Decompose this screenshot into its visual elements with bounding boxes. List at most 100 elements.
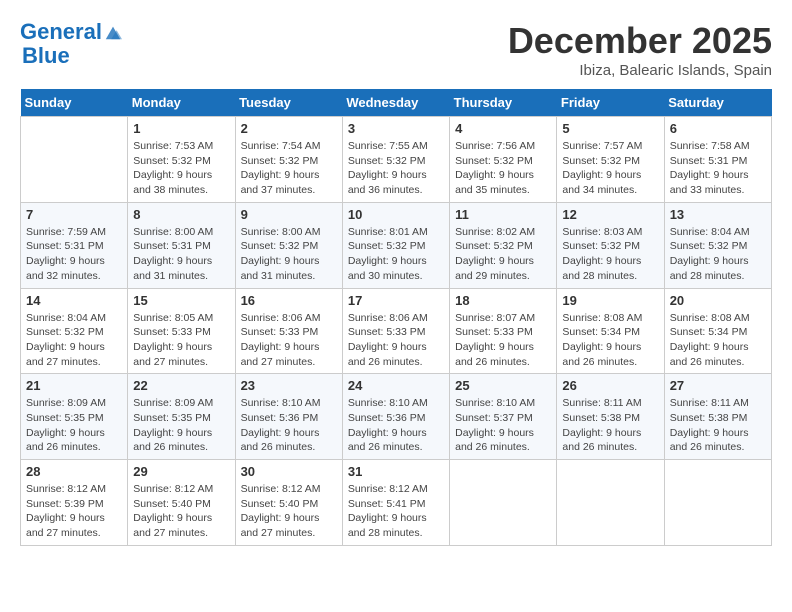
day-number: 30	[241, 464, 337, 479]
calendar-cell: 18Sunrise: 8:07 AMSunset: 5:33 PMDayligh…	[450, 288, 557, 374]
day-number: 26	[562, 378, 658, 393]
day-number: 17	[348, 293, 444, 308]
calendar-cell: 22 Sunrise: 8:09 AMSunset: 5:35 PMDayligh…	[128, 374, 235, 460]
calendar-cell: 1Sunrise: 7:53 AMSunset: 5:32 PMDaylight…	[128, 117, 235, 203]
day-info: Sunrise: 7:56 AMSunset: 5:32 PMDaylight:…	[455, 139, 551, 198]
weekday-header-thursday: Thursday	[450, 89, 557, 117]
day-info: Sunrise: 7:55 AMSunset: 5:32 PMDaylight:…	[348, 139, 444, 198]
calendar-cell: 28 Sunrise: 8:12 AMSunset: 5:39 PMDayligh…	[21, 460, 128, 546]
day-number: 27	[670, 378, 766, 393]
calendar-cell: 26 Sunrise: 8:11 AMSunset: 5:38 PMDayligh…	[557, 374, 664, 460]
calendar-week-5: 28 Sunrise: 8:12 AMSunset: 5:39 PMDayligh…	[21, 460, 772, 546]
day-info: Sunrise: 8:11 AMSunset: 5:38 PMDaylight:…	[562, 396, 658, 455]
logo: General Blue	[20, 20, 122, 68]
day-info: Sunrise: 8:02 AMSunset: 5:32 PMDaylight:…	[455, 225, 551, 284]
title-area: December 2025 Ibiza, Balearic Islands, S…	[508, 20, 772, 79]
calendar-cell: 29Sunrise: 8:12 AMSunset: 5:40 PMDayligh…	[128, 460, 235, 546]
calendar-cell: 11 Sunrise: 8:02 AMSunset: 5:32 PMDayligh…	[450, 202, 557, 288]
calendar-cell	[664, 460, 771, 546]
calendar-cell: 17 Sunrise: 8:06 AMSunset: 5:33 PMDayligh…	[342, 288, 449, 374]
calendar-table: SundayMondayTuesdayWednesdayThursdayFrid…	[20, 89, 772, 546]
calendar-cell: 21Sunrise: 8:09 AMSunset: 5:35 PMDayligh…	[21, 374, 128, 460]
day-number: 29	[133, 464, 229, 479]
day-info: Sunrise: 8:04 AMSunset: 5:32 PMDaylight:…	[26, 311, 122, 370]
calendar-cell: 13 Sunrise: 8:04 AMSunset: 5:32 PMDayligh…	[664, 202, 771, 288]
day-number: 20	[670, 293, 766, 308]
page-header: General Blue December 2025 Ibiza, Balear…	[20, 20, 772, 79]
weekday-header-tuesday: Tuesday	[235, 89, 342, 117]
weekday-header-sunday: Sunday	[21, 89, 128, 117]
day-info: Sunrise: 8:04 AMSunset: 5:32 PMDaylight:…	[670, 225, 766, 284]
day-info: Sunrise: 8:12 AMSunset: 5:41 PMDaylight:…	[348, 482, 444, 541]
day-number: 14	[26, 293, 122, 308]
logo-blue: Blue	[22, 44, 70, 68]
calendar-cell: 23 Sunrise: 8:10 AMSunset: 5:36 PMDayligh…	[235, 374, 342, 460]
calendar-cell	[450, 460, 557, 546]
day-info: Sunrise: 7:58 AMSunset: 5:31 PMDaylight:…	[670, 139, 766, 198]
day-number: 23	[241, 378, 337, 393]
day-info: Sunrise: 8:10 AMSunset: 5:36 PMDaylight:…	[241, 396, 337, 455]
day-info: Sunrise: 8:06 AMSunset: 5:33 PMDaylight:…	[348, 311, 444, 370]
weekday-header-wednesday: Wednesday	[342, 89, 449, 117]
day-number: 2	[241, 121, 337, 136]
logo-general: General	[20, 20, 102, 44]
day-info: Sunrise: 8:09 AMSunset: 5:35 PMDaylight:…	[26, 396, 122, 455]
day-number: 19	[562, 293, 658, 308]
day-number: 4	[455, 121, 551, 136]
calendar-cell: 20 Sunrise: 8:08 AMSunset: 5:34 PMDayligh…	[664, 288, 771, 374]
day-number: 11	[455, 207, 551, 222]
logo-icon	[104, 23, 122, 41]
calendar-cell	[557, 460, 664, 546]
day-info: Sunrise: 8:01 AMSunset: 5:32 PMDaylight:…	[348, 225, 444, 284]
day-info: Sunrise: 7:54 AMSunset: 5:32 PMDaylight:…	[241, 139, 337, 198]
day-number: 9	[241, 207, 337, 222]
calendar-week-4: 21Sunrise: 8:09 AMSunset: 5:35 PMDayligh…	[21, 374, 772, 460]
calendar-cell	[21, 117, 128, 203]
month-title: December 2025	[508, 20, 772, 62]
weekday-header-friday: Friday	[557, 89, 664, 117]
day-info: Sunrise: 7:59 AMSunset: 5:31 PMDaylight:…	[26, 225, 122, 284]
weekday-header-row: SundayMondayTuesdayWednesdayThursdayFrid…	[21, 89, 772, 117]
day-number: 22	[133, 378, 229, 393]
calendar-cell: 30 Sunrise: 8:12 AMSunset: 5:40 PMDayligh…	[235, 460, 342, 546]
day-info: Sunrise: 8:11 AMSunset: 5:38 PMDaylight:…	[670, 396, 766, 455]
day-info: Sunrise: 8:12 AMSunset: 5:39 PMDaylight:…	[26, 482, 122, 541]
day-info: Sunrise: 7:57 AMSunset: 5:32 PMDaylight:…	[562, 139, 658, 198]
day-info: Sunrise: 8:06 AMSunset: 5:33 PMDaylight:…	[241, 311, 337, 370]
day-info: Sunrise: 8:10 AMSunset: 5:36 PMDaylight:…	[348, 396, 444, 455]
day-info: Sunrise: 8:00 AMSunset: 5:32 PMDaylight:…	[241, 225, 337, 284]
calendar-cell: 19 Sunrise: 8:08 AMSunset: 5:34 PMDayligh…	[557, 288, 664, 374]
day-number: 18	[455, 293, 551, 308]
day-number: 16	[241, 293, 337, 308]
weekday-header-monday: Monday	[128, 89, 235, 117]
day-number: 8	[133, 207, 229, 222]
day-info: Sunrise: 8:08 AMSunset: 5:34 PMDaylight:…	[670, 311, 766, 370]
calendar-cell: 24 Sunrise: 8:10 AMSunset: 5:36 PMDayligh…	[342, 374, 449, 460]
day-number: 24	[348, 378, 444, 393]
calendar-cell: 25Sunrise: 8:10 AMSunset: 5:37 PMDayligh…	[450, 374, 557, 460]
calendar-cell: 2 Sunrise: 7:54 AMSunset: 5:32 PMDaylight…	[235, 117, 342, 203]
day-number: 15	[133, 293, 229, 308]
calendar-cell: 15 Sunrise: 8:05 AMSunset: 5:33 PMDayligh…	[128, 288, 235, 374]
day-number: 3	[348, 121, 444, 136]
day-number: 12	[562, 207, 658, 222]
day-info: Sunrise: 8:03 AMSunset: 5:32 PMDaylight:…	[562, 225, 658, 284]
day-number: 13	[670, 207, 766, 222]
calendar-week-1: 1Sunrise: 7:53 AMSunset: 5:32 PMDaylight…	[21, 117, 772, 203]
day-info: Sunrise: 8:12 AMSunset: 5:40 PMDaylight:…	[241, 482, 337, 541]
calendar-cell: 16 Sunrise: 8:06 AMSunset: 5:33 PMDayligh…	[235, 288, 342, 374]
day-number: 28	[26, 464, 122, 479]
calendar-cell: 6 Sunrise: 7:58 AMSunset: 5:31 PMDaylight…	[664, 117, 771, 203]
day-info: Sunrise: 8:09 AMSunset: 5:35 PMDaylight:…	[133, 396, 229, 455]
calendar-cell: 5Sunrise: 7:57 AMSunset: 5:32 PMDaylight…	[557, 117, 664, 203]
day-number: 1	[133, 121, 229, 136]
calendar-cell: 9 Sunrise: 8:00 AMSunset: 5:32 PMDaylight…	[235, 202, 342, 288]
day-number: 6	[670, 121, 766, 136]
day-info: Sunrise: 8:05 AMSunset: 5:33 PMDaylight:…	[133, 311, 229, 370]
day-info: Sunrise: 8:08 AMSunset: 5:34 PMDaylight:…	[562, 311, 658, 370]
calendar-cell: 4 Sunrise: 7:56 AMSunset: 5:32 PMDaylight…	[450, 117, 557, 203]
calendar-cell: 8Sunrise: 8:00 AMSunset: 5:31 PMDaylight…	[128, 202, 235, 288]
calendar-week-3: 14 Sunrise: 8:04 AMSunset: 5:32 PMDayligh…	[21, 288, 772, 374]
day-number: 31	[348, 464, 444, 479]
calendar-cell: 31 Sunrise: 8:12 AMSunset: 5:41 PMDayligh…	[342, 460, 449, 546]
